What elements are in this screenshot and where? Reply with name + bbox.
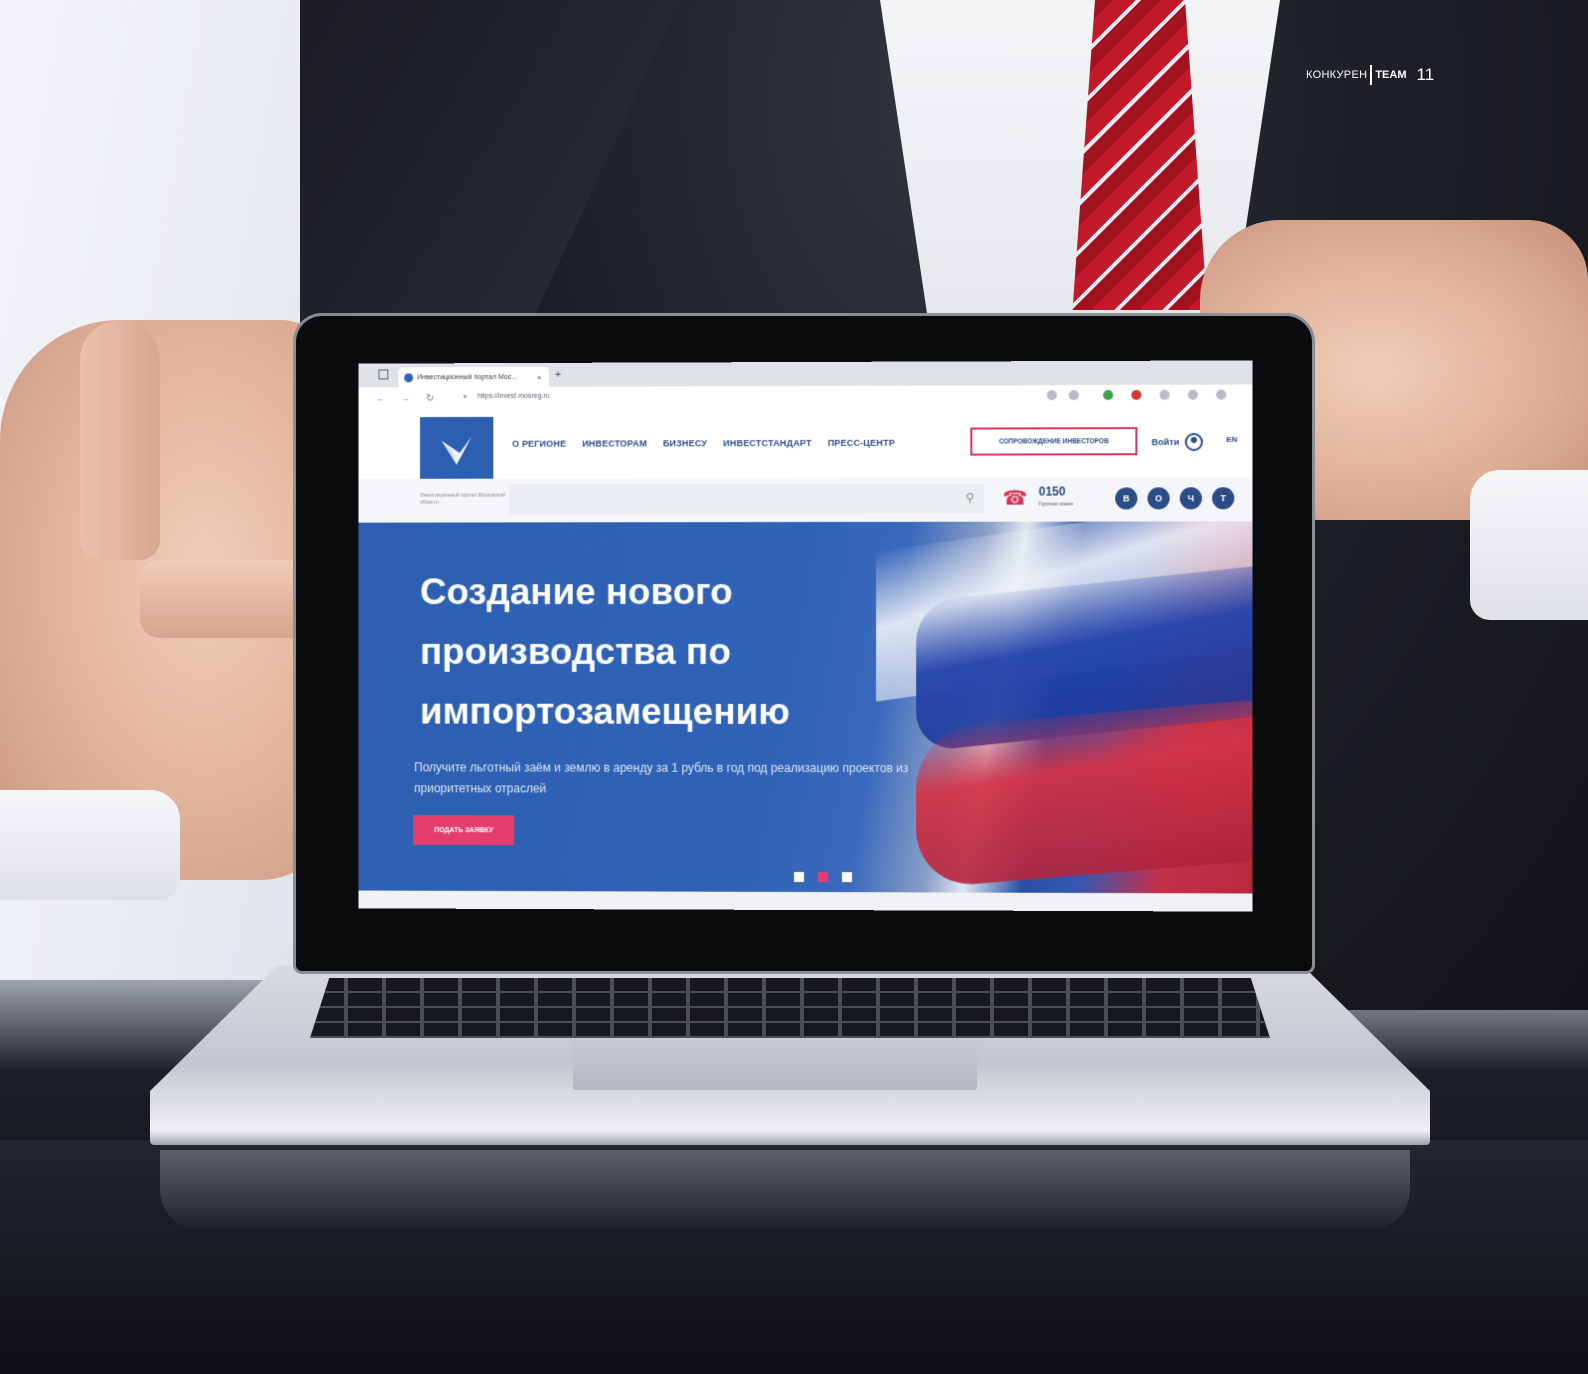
site-subheader: Инвестиционный портал Московской области… <box>358 477 1253 523</box>
phone-icon: ☎ <box>1002 487 1028 510</box>
hero-title: Создание нового производства по импортоз… <box>420 562 938 742</box>
nav-item-business[interactable]: БИЗНЕСУ <box>663 438 707 448</box>
portal-caption: Инвестиционный портал Московской области <box>420 492 506 506</box>
extension-icon[interactable] <box>1068 390 1079 401</box>
investor-support-button[interactable]: СОПРОВОЖДЕНИЕ ИНВЕСТОРОВ <box>970 427 1138 456</box>
search-icon[interactable]: ⚲ <box>966 491 975 505</box>
hero-title-line: Создание нового <box>420 571 733 613</box>
trackpad <box>573 1040 977 1090</box>
hero-title-line: производства по <box>420 631 731 672</box>
apply-button[interactable]: ПОДАТЬ ЗАЯВКУ <box>413 815 515 846</box>
magazine-brand-left: КОНКУРЕН <box>1306 69 1368 81</box>
social-ok-icon[interactable]: О <box>1147 487 1170 510</box>
laptop-screen: Инвестиционный портал Мос... × + ← → ↻ ⚬… <box>358 360 1253 912</box>
site-header: О РЕГИОНЕ ИНВЕСТОРАМ БИЗНЕСУ ИНВЕСТСТАНД… <box>358 408 1253 485</box>
nav-item-investstandard[interactable]: ИНВЕСТСТАНДАРТ <box>723 438 811 448</box>
browser-tab[interactable]: Инвестиционный портал Мос... × <box>398 366 549 388</box>
url-field[interactable]: https://invest.mosreg.ru <box>477 393 549 400</box>
hero-title-line: импортозамещению <box>420 690 790 732</box>
right-shirt-cuff <box>1470 470 1588 620</box>
new-tab-button[interactable]: + <box>555 369 561 381</box>
social-vk-icon[interactable]: В <box>1115 487 1138 510</box>
social-chat-icon[interactable]: Ч <box>1179 487 1202 510</box>
tab-close-icon[interactable]: × <box>537 372 549 381</box>
logo-mark <box>441 436 472 465</box>
slider-dot-active[interactable] <box>817 872 829 883</box>
settings-icon[interactable] <box>1159 389 1170 400</box>
social-telegram-icon[interactable]: Т <box>1212 487 1235 510</box>
language-switch[interactable]: EN <box>1226 435 1237 444</box>
nav-item-press-center[interactable]: ПРЕСС-ЦЕНТР <box>828 438 895 448</box>
extension-icon[interactable] <box>1046 390 1057 401</box>
laptop-reflection <box>160 1150 1410 1230</box>
slider-dot[interactable] <box>794 871 804 883</box>
forward-icon[interactable]: → <box>400 393 410 404</box>
login-button[interactable]: Войти <box>1151 432 1204 452</box>
left-shirt-cuff <box>0 790 180 900</box>
user-icon <box>1185 432 1204 452</box>
magazine-brand-right: TEAM <box>1375 69 1407 81</box>
page-content-edge <box>358 890 1253 912</box>
lock-icon: ⚬ <box>461 393 469 403</box>
favorites-icon[interactable] <box>1187 389 1198 400</box>
thumb-up <box>80 320 160 560</box>
tab-title: Инвестиционный портал Мос... <box>417 373 518 381</box>
magazine-header: КОНКУРЕН TEAM 11 <box>1306 64 1434 86</box>
slider-dot[interactable] <box>842 872 853 883</box>
hotline-label: Горячая линия <box>1038 501 1073 508</box>
page-number: 11 <box>1416 65 1435 84</box>
nav-item-investors[interactable]: ИНВЕСТОРАМ <box>582 438 647 448</box>
hotline-number[interactable]: 0150 <box>1039 484 1066 498</box>
favicon-icon <box>404 372 414 382</box>
search-input[interactable]: ⚲ <box>509 483 985 515</box>
hero-banner: Создание нового производства по импортоз… <box>358 521 1253 894</box>
magazine-brand-divider <box>1370 65 1373 85</box>
logo-icon[interactable] <box>420 416 494 485</box>
keyboard-rows <box>310 978 1270 1038</box>
reload-icon[interactable]: ↻ <box>426 393 434 404</box>
hero-description: Получите льготный заём и землю в аренду … <box>414 760 909 796</box>
nav-item-region[interactable]: О РЕГИОНЕ <box>512 439 566 449</box>
main-nav: О РЕГИОНЕ ИНВЕСТОРАМ БИЗНЕСУ ИНВЕСТСТАНД… <box>512 438 895 449</box>
window-icon[interactable] <box>378 369 389 380</box>
login-label: Войти <box>1151 437 1180 448</box>
browser-tab-bar: Инвестиционный портал Мос... × + <box>358 360 1253 388</box>
profile-icon[interactable] <box>1216 389 1227 400</box>
extension-icon[interactable] <box>1131 389 1142 400</box>
extension-icon[interactable] <box>1103 390 1114 401</box>
back-icon[interactable]: ← <box>376 393 386 404</box>
